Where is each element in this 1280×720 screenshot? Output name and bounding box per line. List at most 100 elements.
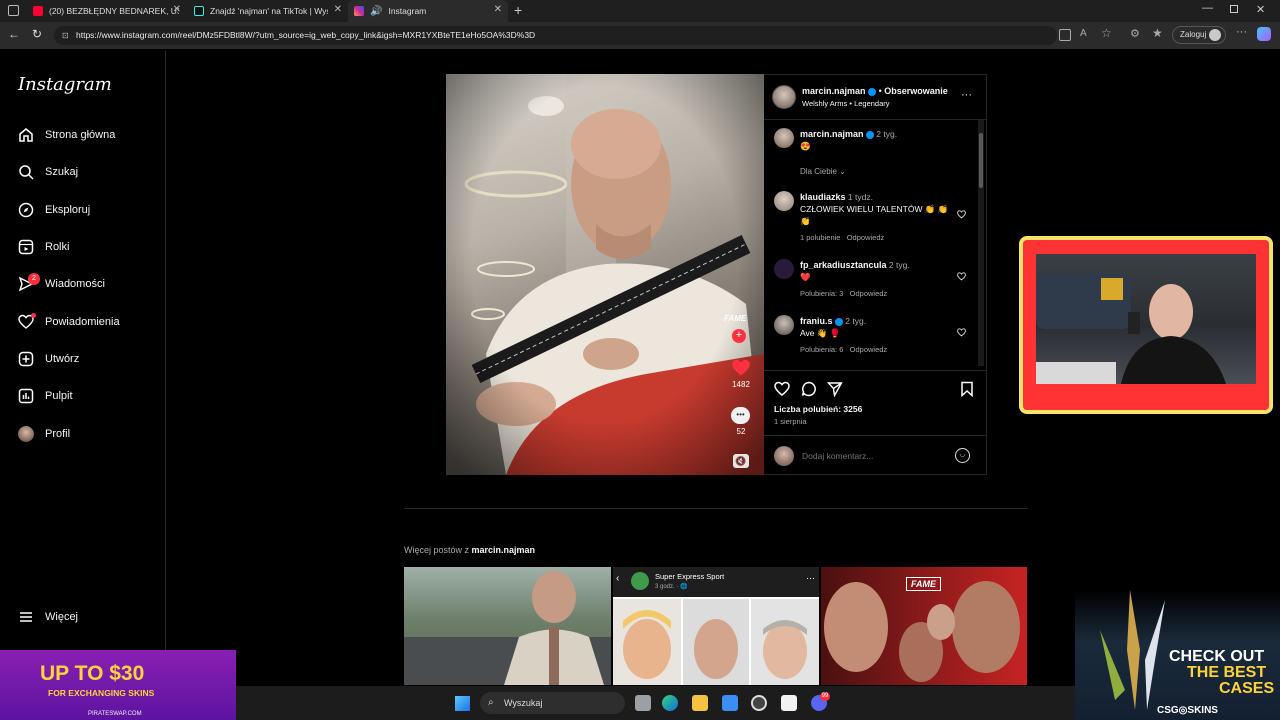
emoji-icon[interactable]: ◡ <box>955 448 970 463</box>
video-comment-icon[interactable]: ••• <box>731 407 750 424</box>
window-menu-icon[interactable] <box>8 5 19 16</box>
comment-username[interactable]: franiu.s <box>800 316 833 326</box>
bookmark-icon[interactable] <box>960 381 974 397</box>
comment-like-icon[interactable] <box>957 328 966 337</box>
file-explorer-icon[interactable] <box>692 695 708 711</box>
store-icon[interactable] <box>722 695 738 711</box>
windows-start-icon[interactable] <box>455 696 470 711</box>
following-button[interactable]: Obserwowanie <box>884 86 948 96</box>
csgoskins-banner[interactable]: CHECK OUT THE BEST CASES CSG◎SKINS <box>1075 590 1280 720</box>
comment-likes[interactable]: Polubienia: 3 <box>800 289 843 298</box>
comment-like-icon[interactable] <box>957 272 966 281</box>
comment-avatar[interactable] <box>774 315 794 335</box>
obs-icon[interactable] <box>751 695 767 711</box>
more-posts-username[interactable]: marcin.najman <box>472 545 536 555</box>
tab-youtube[interactable]: (20) BEZBŁĘDNY BEDNAREK, USP... ✕ <box>27 0 187 22</box>
webcam-feed <box>1036 254 1256 384</box>
page-time: 3 godz. · 🌐 <box>655 584 688 590</box>
caption-avatar[interactable] <box>774 128 794 148</box>
caption-username[interactable]: marcin.najman <box>800 129 864 139</box>
app-available-icon[interactable] <box>1059 29 1071 41</box>
sidebar-item-label: Utwórz <box>45 353 80 365</box>
ad-line-3: CASES <box>1219 680 1275 697</box>
actions-divider <box>764 370 987 371</box>
comment-avatar[interactable] <box>774 191 794 211</box>
reply-button[interactable]: Odpowiedz <box>847 233 885 242</box>
like-icon[interactable] <box>774 381 790 397</box>
tab-instagram[interactable]: 🔊 Instagram ✕ <box>348 0 508 22</box>
back-arrow-icon: ‹ <box>616 573 620 584</box>
add-comment-input[interactable] <box>802 450 942 462</box>
back-icon[interactable]: ← <box>8 27 20 41</box>
discord-badge: 99 <box>820 692 830 701</box>
streamer-illustration <box>1036 274 1226 384</box>
task-view-icon[interactable] <box>635 695 651 711</box>
reply-button[interactable]: Odpowiedz <box>850 345 888 354</box>
sidebar-item-home[interactable]: Strona główna <box>18 125 115 145</box>
tab-tiktok[interactable]: Znajdź 'najman' na TikTok | Wyszuk... ✕ <box>188 0 348 22</box>
sidebar-item-explore[interactable]: Eksploruj <box>18 200 90 220</box>
more-options-icon[interactable]: ··· <box>961 89 972 101</box>
new-tab-button[interactable]: + <box>514 2 522 18</box>
video-like-count: 1482 <box>732 380 750 389</box>
reel-video[interactable]: FAME + 1482 ••• 52 🔇 <box>446 74 764 475</box>
capcut-icon[interactable] <box>781 695 797 711</box>
copilot-icon[interactable] <box>1257 27 1271 41</box>
share-icon[interactable] <box>827 381 843 397</box>
post-thumbnail[interactable]: ‹ Super Express Sport 3 godz. · 🌐 ⋯ <box>613 567 819 685</box>
close-window-button[interactable]: ✕ <box>1256 3 1265 16</box>
speaker-icon[interactable]: 🔊 <box>370 6 382 17</box>
minimize-button[interactable]: — <box>1202 2 1213 14</box>
read-aloud-icon[interactable]: A <box>1080 28 1087 39</box>
comment-username[interactable]: klaudiazks <box>800 192 846 202</box>
instagram-logo[interactable]: Instagram <box>18 74 112 95</box>
like-count[interactable]: Liczba polubień: 3256 <box>774 404 862 414</box>
comment-username[interactable]: fp_arkadiusztancula <box>800 260 887 270</box>
taskbar-search[interactable]: ⌕ Wyszukaj <box>480 692 625 714</box>
comment-avatar[interactable] <box>774 259 794 279</box>
sidebar-item-more[interactable]: Więcej <box>18 607 78 627</box>
plus-icon <box>18 351 34 367</box>
sidebar-item-profile[interactable]: Profil <box>18 424 70 444</box>
sign-in-button[interactable]: Zaloguj <box>1172 26 1226 44</box>
comment-filter-dropdown[interactable]: Dla Ciebie ⌄ <box>800 167 846 176</box>
comment-like-icon[interactable] <box>957 210 966 219</box>
hamburger-icon <box>18 609 34 625</box>
sidebar-item-reels[interactable]: Rolki <box>18 237 69 257</box>
mute-icon[interactable]: 🔇 <box>733 454 749 468</box>
author-avatar[interactable] <box>772 85 796 109</box>
url-field[interactable]: ⊡ https://www.instagram.com/reel/DMz5FDB… <box>54 26 1057 45</box>
reply-button[interactable]: Odpowiedz <box>850 289 888 298</box>
sidebar-item-dashboard[interactable]: Pulpit <box>18 386 73 406</box>
sidebar-item-label: Powiadomienia <box>45 316 120 328</box>
follow-plus-icon[interactable]: + <box>732 329 746 343</box>
sidebar-item-create[interactable]: Utwórz <box>18 349 79 369</box>
post-thumbnail[interactable]: FAME <box>821 567 1027 685</box>
comment-icon[interactable] <box>801 381 817 397</box>
refresh-icon[interactable]: ↻ <box>32 27 42 41</box>
close-tab-icon[interactable]: ✕ <box>334 4 342 15</box>
extensions-icon[interactable]: ⚙ <box>1130 27 1140 40</box>
comment-likes[interactable]: 1 polubienie <box>800 233 840 242</box>
post-thumbnail[interactable] <box>404 567 611 685</box>
close-tab-icon[interactable]: ✕ <box>494 4 502 15</box>
sidebar-item-label: Rolki <box>45 241 70 253</box>
comment-meta: Polubienia: 3 Odpowiedz <box>800 289 887 298</box>
sidebar-item-search[interactable]: Szukaj <box>18 162 78 182</box>
scrollbar-thumb[interactable] <box>979 133 983 188</box>
favorites-icon[interactable]: ★ <box>1152 26 1163 40</box>
maximize-button[interactable] <box>1230 5 1238 13</box>
settings-more-icon[interactable]: ··· <box>1236 26 1247 38</box>
audio-label[interactable]: Welshly Arms • Legendary <box>802 99 890 108</box>
edge-icon[interactable] <box>662 695 678 711</box>
dashboard-icon <box>18 388 34 404</box>
comment-likes[interactable]: Polubienia: 6 <box>800 345 843 354</box>
caption: marcin.najman 2 tyg. 😍 <box>800 128 897 152</box>
sidebar-item-label: Eksploruj <box>45 204 91 216</box>
close-tab-icon[interactable]: ✕ <box>173 4 181 15</box>
address-toolbar: ← ↻ ⊡ https://www.instagram.com/reel/DMz… <box>0 22 1280 49</box>
favorite-icon[interactable]: ☆ <box>1101 26 1112 40</box>
author-username[interactable]: marcin.najman <box>802 86 866 96</box>
post-details-panel: marcin.najman • Obserwowanie Welshly Arm… <box>764 74 987 475</box>
pirateswap-banner[interactable]: UP TO $30 FOR EXCHANGING SKINS PIRATESWA… <box>0 650 236 720</box>
